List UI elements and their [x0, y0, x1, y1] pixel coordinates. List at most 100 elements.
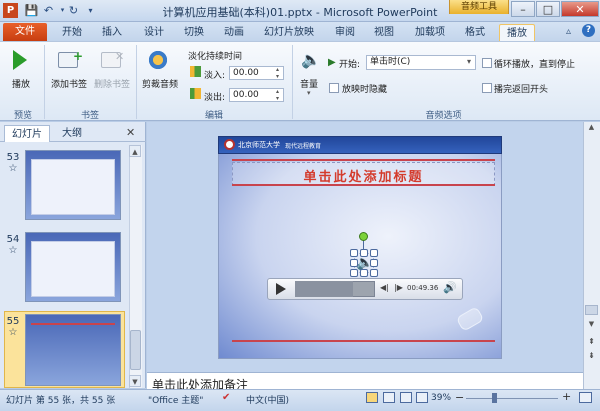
player-forward-icon[interactable]: |▶ — [394, 283, 403, 292]
slide-thumbnail-55[interactable] — [25, 314, 121, 386]
resize-handle[interactable] — [370, 259, 378, 267]
add-plus-icon: + — [73, 49, 84, 63]
tab-design[interactable]: 设计 — [137, 24, 171, 41]
player-time: 00:49.36 — [407, 284, 439, 292]
footer-rule — [232, 340, 495, 342]
title-bottom-rule — [232, 184, 495, 186]
remove-bookmark-button[interactable]: 删除书签 — [91, 77, 133, 90]
slide-sorter-icon[interactable] — [383, 392, 395, 403]
title-top-rule — [232, 159, 495, 161]
slide-org-subtitle: 现代远程教育 — [285, 143, 322, 150]
close-panel-icon[interactable]: ✕ — [126, 126, 135, 139]
thumbnail-redline — [31, 323, 115, 325]
resize-handle[interactable] — [350, 249, 358, 257]
minimize-button[interactable]: – — [511, 1, 535, 17]
reading-view-icon[interactable] — [400, 392, 412, 403]
customize-qat-icon[interactable]: ▾ — [83, 3, 98, 18]
tab-addins[interactable]: 加载项 — [408, 24, 452, 41]
group-editing-label: 编辑 — [204, 111, 223, 121]
slide-number: 53 ☆ — [6, 152, 20, 174]
slideshow-icon[interactable] — [416, 392, 428, 403]
zoom-in-icon[interactable]: + — [562, 390, 571, 403]
slide-thumbnail-53[interactable] — [25, 150, 121, 220]
language-status[interactable]: 中文(中国) — [246, 393, 289, 406]
resize-handle[interactable] — [350, 269, 358, 277]
group-bookmarks-label: 书签 — [80, 111, 99, 121]
university-seal-icon — [224, 139, 235, 150]
fade-out-icon — [190, 88, 201, 99]
trim-audio-button[interactable]: 剪裁音频 — [139, 77, 181, 90]
fade-out-label: 淡出: — [204, 93, 226, 103]
previous-slide-icon[interactable]: ⇞ — [584, 337, 599, 349]
loop-label: 循环播放，直到停止 — [494, 60, 576, 70]
fit-to-window-icon[interactable] — [579, 392, 592, 403]
play-icon[interactable] — [13, 50, 27, 70]
zoom-slider-thumb[interactable] — [492, 393, 497, 403]
tab-home[interactable]: 开始 — [55, 24, 89, 41]
tab-review[interactable]: 审阅 — [328, 24, 362, 41]
group-audio-options-label: 音频选项 — [425, 111, 462, 121]
player-back-icon[interactable]: ◀| — [380, 283, 389, 292]
powerpoint-logo-icon[interactable]: P — [3, 3, 18, 18]
scroll-down-icon[interactable]: ▼ — [129, 375, 141, 387]
maximize-button[interactable]: □ — [536, 1, 560, 17]
audio-tools-context-label: 音频工具 — [449, 0, 509, 14]
start-select[interactable]: 单击时(C) — [366, 55, 476, 70]
zoom-out-icon[interactable]: − — [455, 391, 464, 404]
normal-view-icon[interactable] — [366, 392, 378, 403]
rewind-checkbox[interactable] — [482, 83, 492, 93]
redo-icon[interactable]: ↻ — [66, 3, 81, 18]
spellcheck-icon[interactable]: ✔ — [222, 392, 230, 403]
volume-icon[interactable]: 🔈 — [301, 50, 321, 70]
zoom-slider-track[interactable] — [466, 398, 558, 399]
rotate-handle[interactable] — [359, 232, 368, 241]
rewind-label: 播完返回开头 — [494, 85, 549, 95]
trim-audio-icon[interactable] — [147, 48, 169, 72]
group-separator — [292, 45, 293, 119]
slide-thumbnail-54[interactable] — [25, 232, 121, 302]
tab-insert[interactable]: 插入 — [95, 24, 129, 41]
main-scroll-thumb[interactable] — [585, 305, 598, 315]
loop-checkbox[interactable] — [482, 58, 492, 68]
tab-outline[interactable]: 大纲 — [54, 125, 90, 142]
fade-duration-title: 淡化持续时间 — [188, 52, 243, 62]
hide-during-show-checkbox[interactable] — [329, 83, 339, 93]
tab-playback[interactable]: 播放 — [499, 24, 535, 41]
resize-handle[interactable] — [350, 259, 358, 267]
next-slide-icon[interactable]: ⇟ — [584, 351, 599, 363]
resize-handle[interactable] — [360, 249, 368, 257]
resize-handle[interactable] — [370, 269, 378, 277]
main-scrollbar[interactable] — [583, 122, 600, 390]
undo-icon[interactable]: ↶ — [41, 3, 56, 18]
chevron-down-icon[interactable]: ▾ — [467, 57, 471, 66]
slide-org-name: 北京师范大学 — [238, 141, 280, 149]
group-preview-label: 预览 — [13, 111, 32, 121]
player-volume-icon[interactable]: 🔊 — [443, 281, 457, 294]
tab-file[interactable]: 文件 — [3, 23, 47, 41]
tab-view[interactable]: 视图 — [367, 24, 401, 41]
close-button[interactable]: ✕ — [561, 1, 599, 17]
tab-animations[interactable]: 动画 — [217, 24, 251, 41]
resize-handle[interactable] — [360, 269, 368, 277]
tab-slides[interactable]: 幻灯片 — [4, 125, 50, 142]
fade-in-stepper-icon[interactable]: ▴ ▾ — [276, 66, 279, 80]
scroll-thumb[interactable] — [130, 330, 141, 370]
tab-slideshow[interactable]: 幻灯片放映 — [258, 24, 320, 41]
volume-dropdown-icon[interactable]: ▾ — [307, 89, 311, 97]
help-icon[interactable]: ? — [582, 24, 595, 37]
save-icon[interactable]: 💾 — [24, 3, 39, 18]
scroll-up-icon[interactable]: ▲ — [129, 145, 141, 157]
tab-transitions[interactable]: 切换 — [177, 24, 211, 41]
fade-out-stepper-icon[interactable]: ▴ ▾ — [276, 88, 279, 102]
slide-number: 54 ☆ — [6, 234, 20, 256]
add-bookmark-button[interactable]: 添加书签 — [48, 77, 90, 90]
tab-format[interactable]: 格式 — [458, 24, 492, 41]
scroll-down-icon[interactable]: ▼ — [584, 320, 599, 330]
player-play-icon[interactable] — [276, 283, 286, 295]
zoom-level[interactable]: 39% — [431, 393, 451, 403]
scroll-up-icon[interactable]: ▲ — [584, 123, 599, 135]
collapse-ribbon-icon[interactable]: ▵ — [566, 26, 571, 37]
remove-x-icon: ✕ — [115, 50, 125, 63]
resize-handle[interactable] — [370, 249, 378, 257]
play-button[interactable]: 播放 — [8, 77, 34, 90]
